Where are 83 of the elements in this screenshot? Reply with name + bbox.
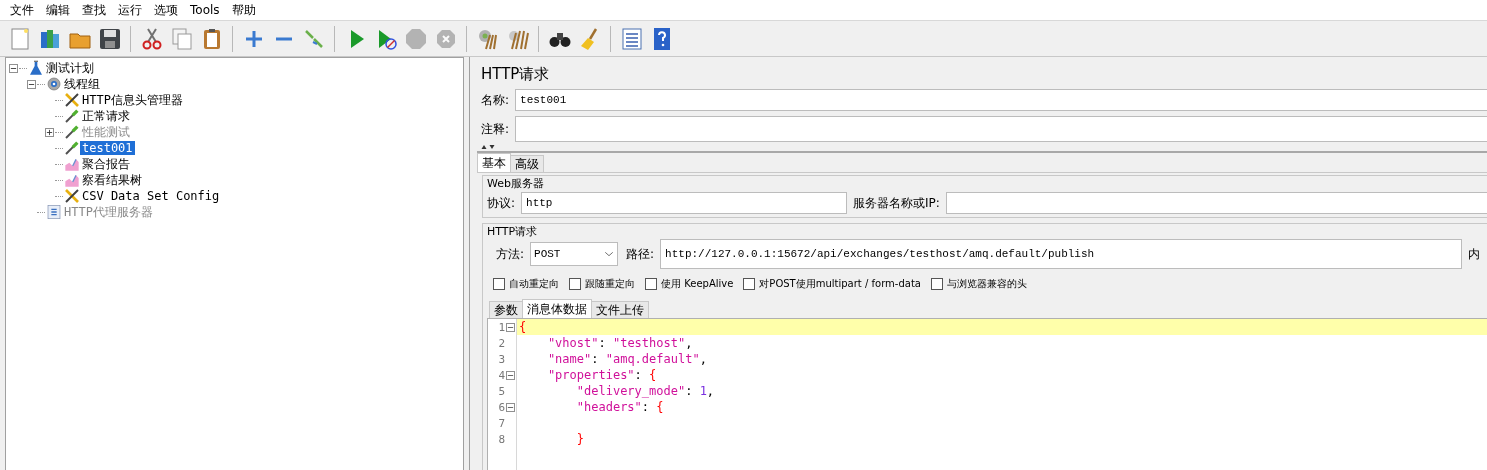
tree-item[interactable]: test001 (80, 141, 135, 155)
line-number: 5 (498, 384, 505, 398)
menu-item[interactable]: 选项 (148, 1, 184, 19)
stop-sign-icon (403, 26, 428, 51)
method-dropdown[interactable]: POST (530, 242, 619, 266)
protocol-field[interactable]: http (521, 192, 848, 214)
panel-title: HTTP请求 (481, 64, 550, 85)
tab[interactable]: 消息体数据 (522, 299, 592, 318)
checkbox[interactable] (930, 278, 943, 290)
checkbox-label: 对POST使用multipart / form-data (759, 277, 921, 291)
path-field[interactable]: http://127.0.0.1:15672/api/exchanges/testhost/amq.default/publish (660, 239, 1463, 269)
list-icon (619, 26, 644, 51)
chart-icon (64, 156, 80, 172)
line-number: 1 (498, 320, 505, 334)
code-line: "properties": { (546, 367, 658, 383)
fold-toggle[interactable] (506, 322, 515, 332)
tree-item[interactable]: HTTP信息头管理器 (80, 93, 185, 107)
code-line: "name": "amq.default", (546, 351, 708, 367)
field-label: 协议: (487, 196, 516, 210)
pipette-icon (64, 124, 80, 140)
tree-item[interactable]: 正常请求 (80, 109, 132, 123)
wrench-screwdriver-icon (64, 188, 80, 204)
tree-item[interactable]: 察看结果树 (80, 173, 144, 187)
checkbox-label: 与浏览器兼容的头 (946, 277, 1027, 291)
name-field[interactable]: test001 (515, 89, 1487, 111)
line-number: 2 (498, 336, 505, 350)
code-line: "delivery_mode": 1, (575, 383, 716, 399)
line-number: 4 (498, 368, 505, 382)
field-label: 方法: (496, 247, 525, 261)
minus-icon (274, 36, 293, 41)
tree-item[interactable]: 测试计划 (44, 61, 96, 75)
gear-icon (46, 76, 62, 92)
field-label: 服务器名称或IP: (853, 196, 940, 210)
collapse-down-icon[interactable] (489, 144, 495, 150)
tab[interactable]: 基本 (477, 153, 511, 172)
tree-item[interactable]: 聚合报告 (80, 157, 132, 171)
checkbox-label: 跟随重定向 (585, 277, 635, 291)
pipette-icon (64, 108, 80, 124)
menu-item[interactable]: 帮助 (225, 1, 262, 19)
chart-icon (64, 172, 80, 188)
fold-toggle[interactable] (506, 402, 515, 412)
menu-item[interactable]: 文件 (4, 1, 40, 19)
line-number: 3 (498, 352, 505, 366)
wrench-screwdriver-icon (64, 92, 80, 108)
expand-toggle[interactable] (9, 63, 18, 73)
server-list-icon (46, 204, 62, 220)
tree-item[interactable]: CSV Data Set Config (80, 189, 222, 203)
expand-toggle[interactable] (27, 79, 36, 89)
tab[interactable]: 参数 (489, 301, 523, 318)
code-line: "vhost": "testhost", (546, 335, 694, 351)
menu-item[interactable]: 查找 (76, 1, 112, 19)
chevron-down-icon (604, 249, 615, 259)
collapse-up-icon[interactable] (481, 144, 487, 150)
group-title: HTTP请求 (485, 224, 540, 239)
server-field[interactable] (945, 192, 1487, 214)
pipette-icon (64, 140, 80, 156)
line-number: 6 (498, 400, 505, 414)
tab[interactable]: 文件上传 (591, 301, 649, 318)
fold-toggle[interactable] (506, 370, 515, 380)
flask-icon (28, 60, 44, 76)
checkbox-label: 自动重定向 (509, 277, 559, 291)
checkbox[interactable] (493, 278, 505, 290)
tree-item[interactable]: 线程组 (62, 77, 102, 91)
menu-item[interactable]: 运行 (112, 1, 148, 19)
tab[interactable]: 高级 (510, 155, 544, 172)
group-title: Web服务器 (485, 176, 546, 191)
comment-field[interactable] (515, 116, 1487, 142)
field-label: 注释: (481, 122, 510, 136)
menu-item[interactable]: 编辑 (40, 1, 76, 19)
checkbox-label: 使用 KeepAlive (661, 277, 734, 291)
menu-item[interactable]: Tools (184, 3, 226, 17)
line-number: 8 (498, 432, 505, 446)
field-label: 名称: (481, 93, 510, 107)
copy-icon (169, 26, 194, 51)
line-number: 7 (498, 416, 505, 430)
plus-icon (46, 128, 53, 136)
checkbox[interactable] (743, 278, 756, 290)
code-line: } (575, 431, 586, 447)
code-line: "headers": { (575, 399, 665, 415)
field-label: 路径: (626, 247, 655, 261)
field-label: 内 (1468, 247, 1481, 261)
checkbox[interactable] (645, 278, 657, 290)
checkbox[interactable] (569, 278, 581, 290)
